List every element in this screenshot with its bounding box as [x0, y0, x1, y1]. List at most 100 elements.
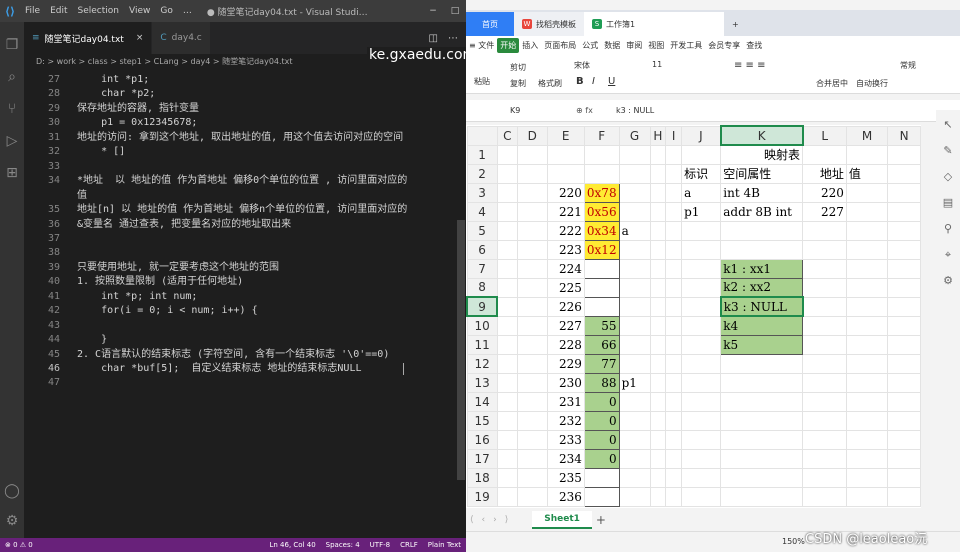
cell-M8[interactable]	[845, 277, 889, 298]
bold-button[interactable]: B	[576, 76, 584, 87]
cell-G8[interactable]	[618, 277, 651, 298]
code-line[interactable]: * []	[77, 144, 125, 159]
cell-M7[interactable]	[845, 258, 889, 279]
cell-L10[interactable]	[802, 315, 847, 336]
cell-J13[interactable]	[681, 372, 722, 393]
cell-G2[interactable]	[618, 163, 651, 184]
cell-M4[interactable]	[845, 201, 889, 222]
cell-M16[interactable]	[845, 429, 889, 450]
cell-G13[interactable]: p1	[618, 372, 651, 393]
cell-N19[interactable]	[887, 486, 921, 507]
cell-K5[interactable]	[720, 220, 804, 241]
menu-item[interactable]: 开始	[497, 37, 520, 53]
cell-G18[interactable]	[618, 467, 651, 488]
eol-status[interactable]: CRLF	[395, 541, 423, 549]
column-header[interactable]: K	[719, 125, 804, 146]
code-line[interactable]: int *p; int num;	[77, 289, 197, 304]
formula-input[interactable]: k3 : NULL	[616, 106, 654, 115]
style-icon[interactable]: ✎	[941, 144, 955, 158]
cell-N16[interactable]	[887, 429, 921, 450]
row-header[interactable]: 1	[466, 144, 498, 165]
cell-L19[interactable]	[802, 486, 847, 507]
cell-D8[interactable]	[516, 277, 548, 298]
cell-G9[interactable]	[618, 296, 651, 317]
column-header[interactable]: G	[618, 125, 651, 146]
menu-file[interactable]: File	[20, 6, 45, 16]
column-header[interactable]: D	[516, 125, 548, 146]
code-line[interactable]: 值	[77, 188, 87, 203]
cell-C12[interactable]	[496, 353, 518, 374]
cursor-position[interactable]: Ln 46, Col 40	[264, 541, 320, 549]
cell-G16[interactable]	[618, 429, 651, 450]
code-line[interactable]: }	[77, 332, 107, 347]
cell-L1[interactable]	[802, 144, 847, 165]
cell-H15[interactable]	[649, 410, 667, 431]
cell-E16[interactable]: 233	[546, 429, 585, 450]
cell-J10[interactable]	[681, 315, 722, 336]
code-line[interactable]: *地址 以 地址的值 作为首地址 偏移0个单位的位置 , 访问里面对应的	[77, 173, 407, 188]
row-header[interactable]: 12	[466, 353, 498, 374]
tab-template[interactable]: W 找稻壳模板	[514, 12, 584, 36]
row-header[interactable]: 4	[466, 201, 498, 222]
cell-J9[interactable]	[681, 296, 722, 317]
problems-status[interactable]: ⊗ 0 ⚠ 0	[0, 541, 38, 549]
language-status[interactable]: Plain Text	[423, 541, 466, 549]
cell-H17[interactable]	[649, 448, 667, 469]
cell-J14[interactable]	[681, 391, 722, 412]
cell-F17[interactable]: 0	[583, 448, 620, 469]
cell-M12[interactable]	[845, 353, 889, 374]
cell-F18[interactable]	[583, 467, 620, 488]
cell-K11[interactable]: k5	[720, 334, 804, 355]
sheet-tab-sheet1[interactable]: Sheet1	[532, 511, 592, 529]
cell-I13[interactable]	[665, 372, 683, 393]
code-line[interactable]: 地址[n] 以 地址的值 作为首地址 偏移n个单位的位置, 访问里面对应的	[77, 202, 407, 217]
cell-C18[interactable]	[496, 467, 518, 488]
cell-H14[interactable]	[649, 391, 667, 412]
cell-C1[interactable]	[496, 144, 518, 165]
cell-K1[interactable]: 映射表	[720, 144, 804, 165]
row-header[interactable]: 2	[466, 163, 498, 184]
cell-F12[interactable]: 77	[583, 353, 620, 374]
code-line[interactable]: 只要使用地址, 就一定要考虑这个地址的范围	[77, 260, 279, 275]
font-select[interactable]: 宋体	[574, 60, 590, 71]
cell-G7[interactable]	[618, 258, 651, 279]
menu-go[interactable]: Go	[155, 6, 177, 16]
gear-icon[interactable]: ⚙	[3, 512, 21, 530]
cell-E13[interactable]: 230	[546, 372, 585, 393]
cell-N17[interactable]	[887, 448, 921, 469]
cell-F6[interactable]: 0x12	[583, 239, 620, 260]
cell-C17[interactable]	[496, 448, 518, 469]
tab-notes[interactable]: ≡ 随堂笔记day04.txt ×	[24, 22, 153, 54]
cell-D13[interactable]	[516, 372, 548, 393]
row-header[interactable]: 10	[466, 315, 498, 336]
align-icon[interactable]: ≡ ≡ ≡	[734, 60, 766, 71]
row-header[interactable]: 19	[466, 486, 498, 507]
cell-J18[interactable]	[681, 467, 722, 488]
row-header[interactable]: 14	[466, 391, 498, 412]
encoding-status[interactable]: UTF-8	[365, 541, 395, 549]
search-icon[interactable]: ⌕	[3, 68, 21, 86]
cell-H1[interactable]	[649, 144, 667, 165]
cell-E2[interactable]	[546, 163, 585, 184]
cell-E11[interactable]: 228	[546, 334, 585, 355]
close-icon[interactable]: ×	[136, 33, 144, 43]
cell-L16[interactable]	[802, 429, 847, 450]
cell-F10[interactable]: 55	[583, 315, 620, 336]
cell-N13[interactable]	[887, 372, 921, 393]
cell-F4[interactable]: 0x56	[583, 201, 620, 222]
fx-icon[interactable]: ⊕ fx	[576, 106, 616, 115]
code-line[interactable]: for(i = 0; i < num; i++) {	[77, 303, 258, 318]
column-header[interactable]: I	[665, 125, 683, 146]
cell-F7[interactable]	[583, 258, 620, 279]
source-control-icon[interactable]: ⑂	[3, 100, 21, 118]
cell-K14[interactable]	[720, 391, 804, 412]
menu-item[interactable]: 开发工具	[667, 40, 705, 51]
cell-H13[interactable]	[649, 372, 667, 393]
cell-J8[interactable]	[681, 277, 722, 298]
cell-E10[interactable]: 227	[546, 315, 585, 336]
code-line[interactable]: 保存地址的容器, 指针变量	[77, 101, 199, 116]
cell-H19[interactable]	[649, 486, 667, 507]
pointer-icon[interactable]: ↖	[941, 118, 955, 132]
cell-J15[interactable]	[681, 410, 722, 431]
cell-G14[interactable]	[618, 391, 651, 412]
